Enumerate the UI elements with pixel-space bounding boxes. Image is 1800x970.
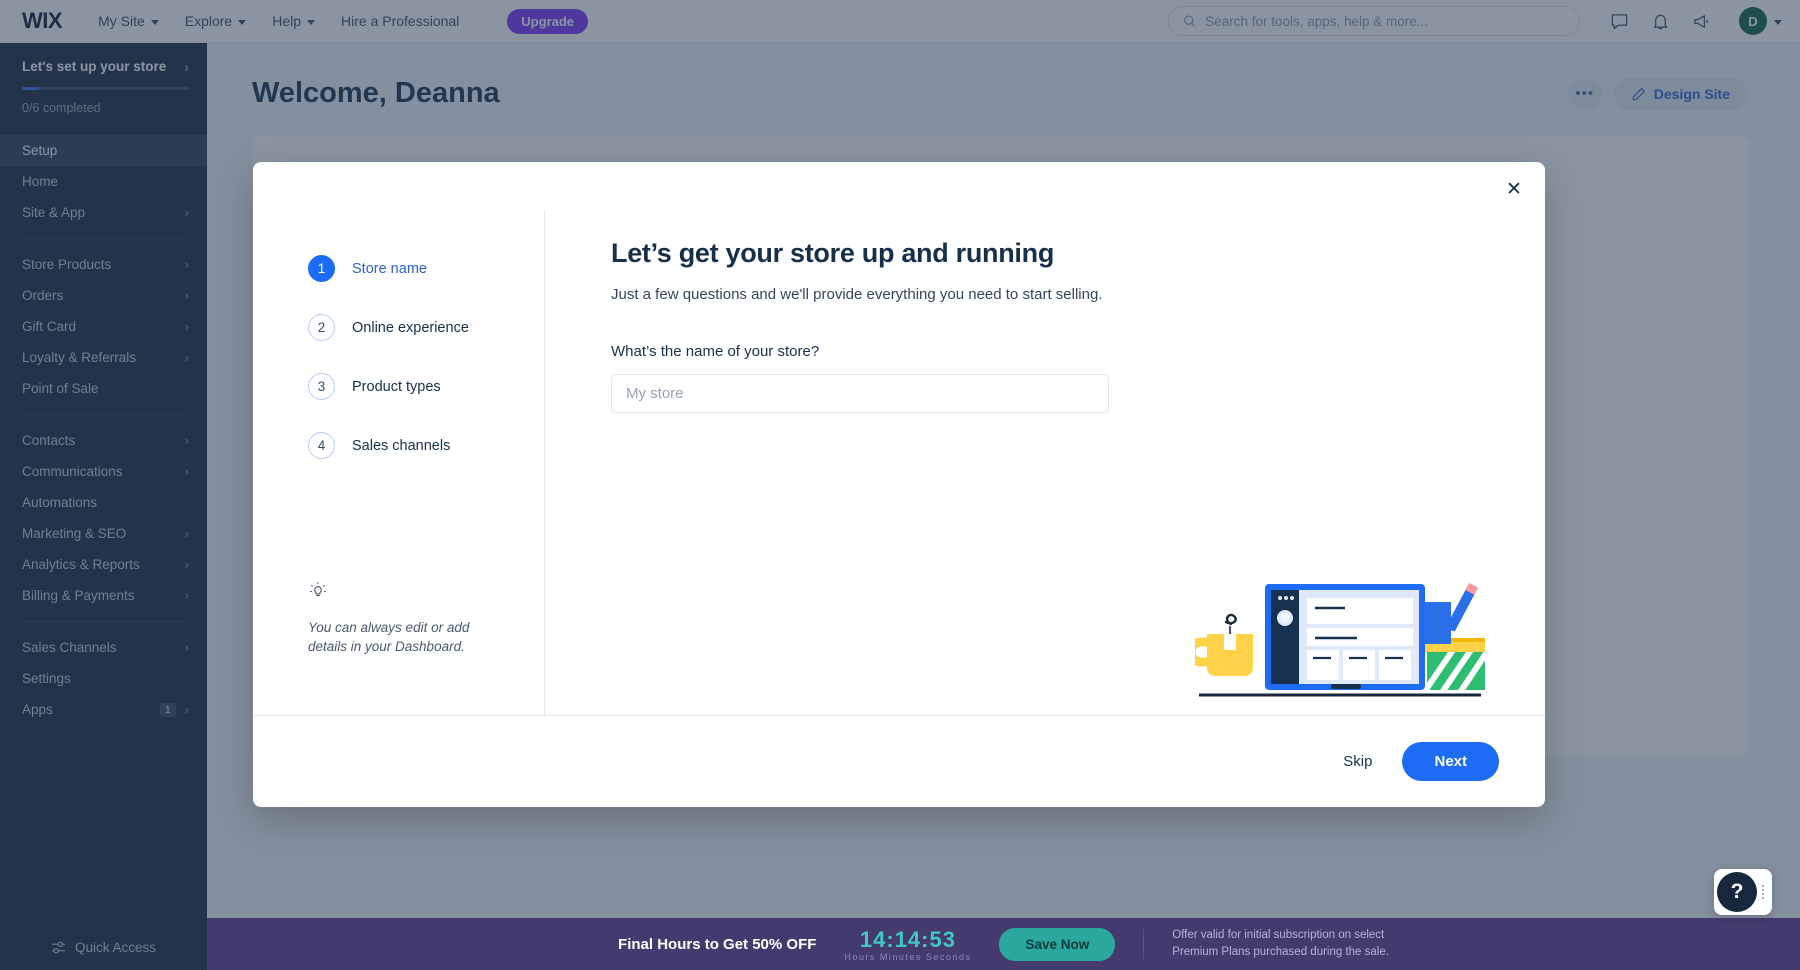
app-root: WIX My Site Explore Help Hire a Professi… <box>0 0 1800 970</box>
modal-footer: Skip Next <box>253 715 1545 807</box>
laptop-illustration <box>1195 576 1485 706</box>
countdown-digits: 14:14:53 <box>844 927 971 953</box>
modal-subtitle: Just a few questions and we'll provide e… <box>611 286 1545 303</box>
next-button[interactable]: Next <box>1402 742 1499 781</box>
step-3[interactable]: 3 Product types <box>308 373 514 400</box>
lightbulb-icon <box>308 581 328 601</box>
step-number: 1 <box>308 255 335 282</box>
promo-divider <box>1143 929 1144 959</box>
step-list: 1 Store name 2 Online experience 3 Product ty… <box>308 255 514 491</box>
modal-steps-panel: 1 Store name 2 Online experience 3 Product ty… <box>253 210 545 715</box>
step-4[interactable]: 4 Sales channels <box>308 432 514 459</box>
tip-block: You can always edit or add details in yo… <box>308 581 514 657</box>
store-name-label: What’s the name of your store? <box>611 343 1545 360</box>
help-icon[interactable]: ? <box>1717 872 1757 912</box>
promo-fine-line-1: Offer valid for initial subscription on … <box>1172 927 1389 944</box>
modal-body: 1 Store name 2 Online experience 3 Product ty… <box>253 162 1545 715</box>
store-name-input[interactable] <box>611 374 1109 413</box>
step-1[interactable]: 1 Store name <box>308 255 514 282</box>
modal-form-panel: Let’s get your store up and running Just… <box>545 210 1545 715</box>
help-widget: ? <box>1714 869 1772 915</box>
modal-title: Let’s get your store up and running <box>611 238 1545 269</box>
skip-button[interactable]: Skip <box>1343 753 1372 770</box>
step-number: 3 <box>308 373 335 400</box>
promo-countdown: 14:14:53 Hours Minutes Seconds <box>844 927 971 962</box>
countdown-units: Hours Minutes Seconds <box>844 952 971 962</box>
step-number: 4 <box>308 432 335 459</box>
store-illustration <box>1195 576 1485 711</box>
step-2[interactable]: 2 Online experience <box>308 314 514 341</box>
step-number: 2 <box>308 314 335 341</box>
promo-fine-line-2: Premium Plans purchased during the sale. <box>1172 944 1389 961</box>
step-label: Online experience <box>352 320 469 336</box>
promo-fine-print: Offer valid for initial subscription on … <box>1172 927 1389 960</box>
step-label: Sales channels <box>352 438 450 454</box>
step-label: Store name <box>352 261 427 277</box>
step-label: Product types <box>352 379 441 395</box>
promo-headline: Final Hours to Get 50% OFF <box>618 936 816 953</box>
tip-text: You can always edit or add details in yo… <box>308 618 483 657</box>
save-now-button[interactable]: Save Now <box>999 928 1115 961</box>
drag-handle-icon[interactable] <box>1762 885 1764 899</box>
close-icon[interactable]: ✕ <box>1501 176 1527 202</box>
store-setup-modal: ✕ 1 Store name 2 Online experience 3 Product … <box>253 162 1545 807</box>
promo-banner: Final Hours to Get 50% OFF 14:14:53 Hour… <box>207 918 1800 970</box>
